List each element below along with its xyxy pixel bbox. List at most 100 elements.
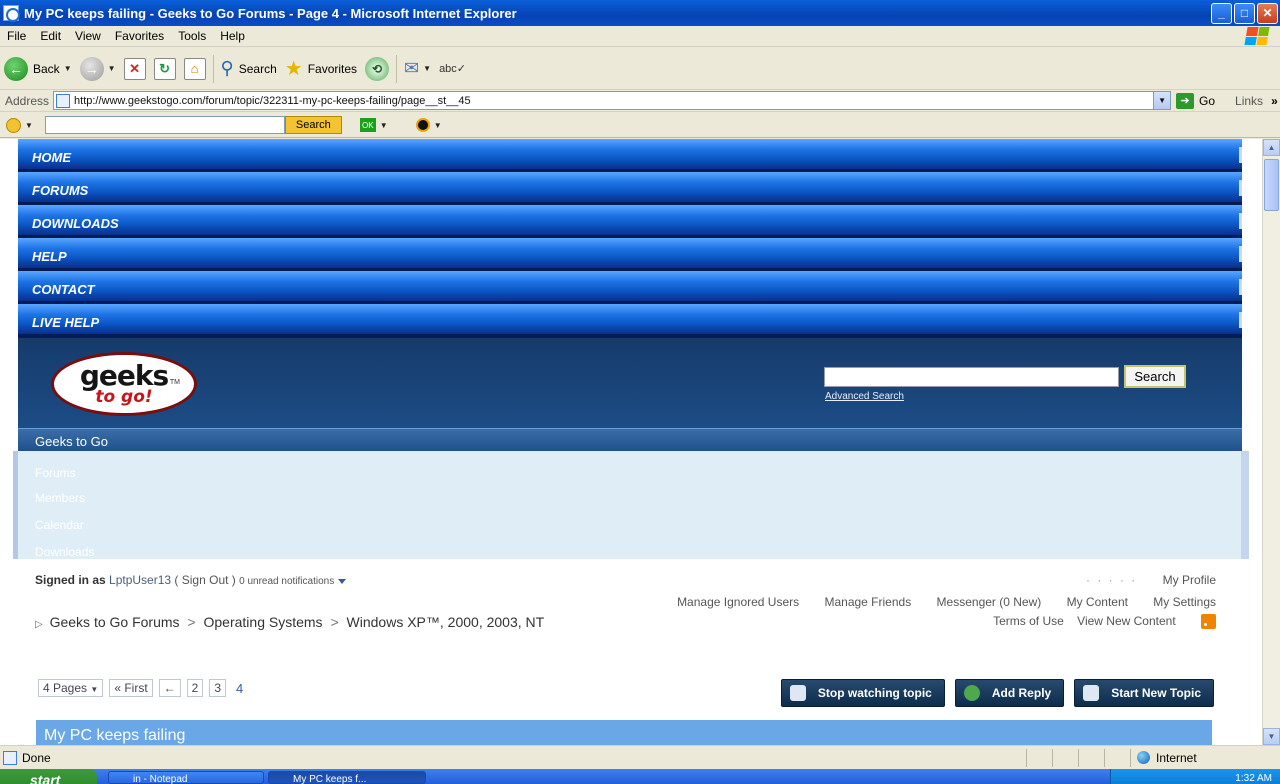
side-link-forums[interactable]: Forums xyxy=(35,466,76,480)
start-button[interactable]: start xyxy=(0,769,97,784)
toolbar-separator xyxy=(212,54,214,83)
forward-button[interactable]: → ▼ xyxy=(76,51,120,87)
home-button[interactable]: ⌂ xyxy=(180,51,210,87)
history-button[interactable]: ⟲ xyxy=(361,51,393,87)
favorites-label: Favorites xyxy=(307,61,358,76)
rss-icon[interactable] xyxy=(1201,614,1216,630)
nav-contact[interactable]: CONTACT xyxy=(18,271,1242,304)
go-label: Go xyxy=(1199,93,1216,108)
notifications-link[interactable]: 0 unread notifications xyxy=(239,576,334,587)
breadcrumb-marker-icon: ▷ xyxy=(35,619,43,630)
user-links-row: Manage Ignored Users Manage Friends Mess… xyxy=(655,595,1216,609)
menu-favorites[interactable]: Favorites xyxy=(108,29,171,43)
breadcrumb-operating-systems[interactable]: Operating Systems xyxy=(204,614,323,630)
search-toolbar: ▼ Search OK ▼ ▼ xyxy=(0,113,1280,138)
side-link-downloads[interactable]: Downloads xyxy=(35,545,94,559)
menu-bar: File Edit View Favorites Tools Help xyxy=(0,26,1280,47)
manage-friends-link[interactable]: Manage Friends xyxy=(824,595,911,609)
close-button[interactable]: ✕ xyxy=(1257,2,1278,24)
breadcrumb-forums[interactable]: Geeks to Go Forums xyxy=(50,614,180,630)
side-link-calendar[interactable]: Calendar xyxy=(35,518,84,532)
favorites-button[interactable]: ★ Favorites xyxy=(281,51,361,87)
menu-help[interactable]: Help xyxy=(213,29,252,43)
nav-forums[interactable]: FORUMS xyxy=(18,172,1242,205)
breadcrumb-windows-xp[interactable]: Windows XP™, 2000, 2003, NT xyxy=(347,614,545,630)
maximize-button[interactable]: □ xyxy=(1234,2,1255,24)
site-logo[interactable]: geeks to go! TM xyxy=(51,352,197,416)
chevron-right-icon[interactable]: » xyxy=(1271,94,1278,108)
search-button[interactable]: ⚲ Search xyxy=(217,51,281,87)
taskbar-item-notepad[interactable]: in - Notepad xyxy=(108,771,264,784)
toolbar-search-button[interactable]: Search xyxy=(284,116,342,134)
system-tray: 1:32 AM xyxy=(1110,769,1280,784)
add-reply-button[interactable]: Add Reply xyxy=(954,679,1065,707)
address-input[interactable]: http://www.geekstogo.com/forum/topic/322… xyxy=(53,91,1172,110)
search-icon: ⚲ xyxy=(220,58,234,78)
minimize-button[interactable]: _ xyxy=(1211,2,1232,24)
site-search-input[interactable] xyxy=(824,367,1119,387)
page-jump-dropdown[interactable]: 4 Pages ▼ xyxy=(38,679,104,697)
mail-button[interactable]: ✉ ▼ xyxy=(400,51,435,87)
notifications-dropdown-icon[interactable] xyxy=(338,579,347,584)
spellcheck-button[interactable]: abc✓ xyxy=(435,51,470,87)
site-search-button[interactable]: Search xyxy=(1124,365,1186,388)
messenger-link[interactable]: Messenger (0 New) xyxy=(937,595,1042,609)
stop-watching-button[interactable]: Stop watching topic xyxy=(780,679,945,707)
ok-dropdown-icon[interactable]: ▼ xyxy=(380,121,388,130)
toolbar-logo-icon[interactable] xyxy=(6,117,21,133)
menu-tools[interactable]: Tools xyxy=(171,29,213,43)
new-topic-icon xyxy=(1083,685,1100,701)
my-content-link[interactable]: My Content xyxy=(1067,595,1128,609)
address-dropdown-icon[interactable]: ▼ xyxy=(1153,92,1171,109)
home-icon: ⌂ xyxy=(183,57,206,80)
view-new-content-link[interactable]: View New Content xyxy=(1077,614,1176,628)
side-link-members[interactable]: Members xyxy=(35,491,85,505)
vertical-scrollbar[interactable]: ▲ ▼ xyxy=(1262,139,1280,745)
popup-blocker-icon[interactable] xyxy=(415,118,430,132)
back-dropdown-icon[interactable]: ▼ xyxy=(64,64,72,73)
manage-ignored-link[interactable]: Manage Ignored Users xyxy=(677,595,799,609)
back-button[interactable]: ← Back ▼ xyxy=(0,51,76,87)
toolbar-search-input[interactable] xyxy=(44,116,285,134)
page-status-icon xyxy=(3,750,17,765)
page-viewport: HOME FORUMS DOWNLOADS HELP CONTACT LIVE … xyxy=(0,139,1262,745)
menu-file[interactable]: File xyxy=(0,29,33,43)
scroll-thumb[interactable] xyxy=(1264,159,1279,211)
my-profile-link[interactable]: My Profile xyxy=(1163,573,1216,587)
page-link-2[interactable]: 2 xyxy=(186,679,204,697)
links-button[interactable]: Links xyxy=(1235,94,1263,108)
menu-edit[interactable]: Edit xyxy=(33,29,68,43)
first-page-link[interactable]: « First xyxy=(109,679,153,697)
toolbar-dropdown-icon[interactable]: ▼ xyxy=(25,121,33,130)
taskbar-item-ie[interactable]: My PC keeps f... xyxy=(268,771,426,784)
refresh-button[interactable]: ↻ xyxy=(150,51,180,87)
start-new-topic-button[interactable]: Start New Topic xyxy=(1074,679,1214,707)
prev-page-link[interactable]: ← xyxy=(158,679,181,697)
standard-toolbar: ← Back ▼ → ▼ ✕ ↻ ⌂ ⚲ Search ★ Favorites … xyxy=(0,48,1280,90)
status-panel xyxy=(1104,748,1130,767)
community-title[interactable]: Geeks to Go xyxy=(35,434,108,449)
page-link-3[interactable]: 3 xyxy=(209,679,227,697)
site-container: HOME FORUMS DOWNLOADS HELP CONTACT LIVE … xyxy=(18,139,1242,453)
scroll-up-icon[interactable]: ▲ xyxy=(1263,139,1280,156)
advanced-search-link[interactable]: Advanced Search xyxy=(825,391,904,402)
nav-help[interactable]: HELP xyxy=(18,238,1242,271)
menu-view[interactable]: View xyxy=(68,29,108,43)
nav-live-help[interactable]: LIVE HELP xyxy=(18,304,1242,337)
username-link[interactable]: LptpUser13 xyxy=(109,573,171,587)
popup-dropdown-icon[interactable]: ▼ xyxy=(434,121,442,130)
terms-link[interactable]: Terms of Use xyxy=(993,614,1064,628)
my-settings-link[interactable]: My Settings xyxy=(1153,595,1216,609)
sign-out-link[interactable]: ( Sign Out ) xyxy=(174,573,235,587)
nav-downloads[interactable]: DOWNLOADS xyxy=(18,205,1242,238)
ok-icon[interactable]: OK xyxy=(359,118,376,132)
nav-label: DOWNLOADS xyxy=(32,216,119,231)
go-button[interactable]: ➔ Go xyxy=(1176,92,1216,109)
status-panel xyxy=(1078,748,1104,767)
stop-button[interactable]: ✕ xyxy=(120,51,150,87)
nav-home[interactable]: HOME xyxy=(18,139,1242,172)
forward-dropdown-icon[interactable]: ▼ xyxy=(108,64,116,73)
scroll-down-icon[interactable]: ▼ xyxy=(1263,728,1280,745)
go-arrow-icon: ➔ xyxy=(1176,92,1195,109)
mail-dropdown-icon[interactable]: ▼ xyxy=(423,64,431,73)
